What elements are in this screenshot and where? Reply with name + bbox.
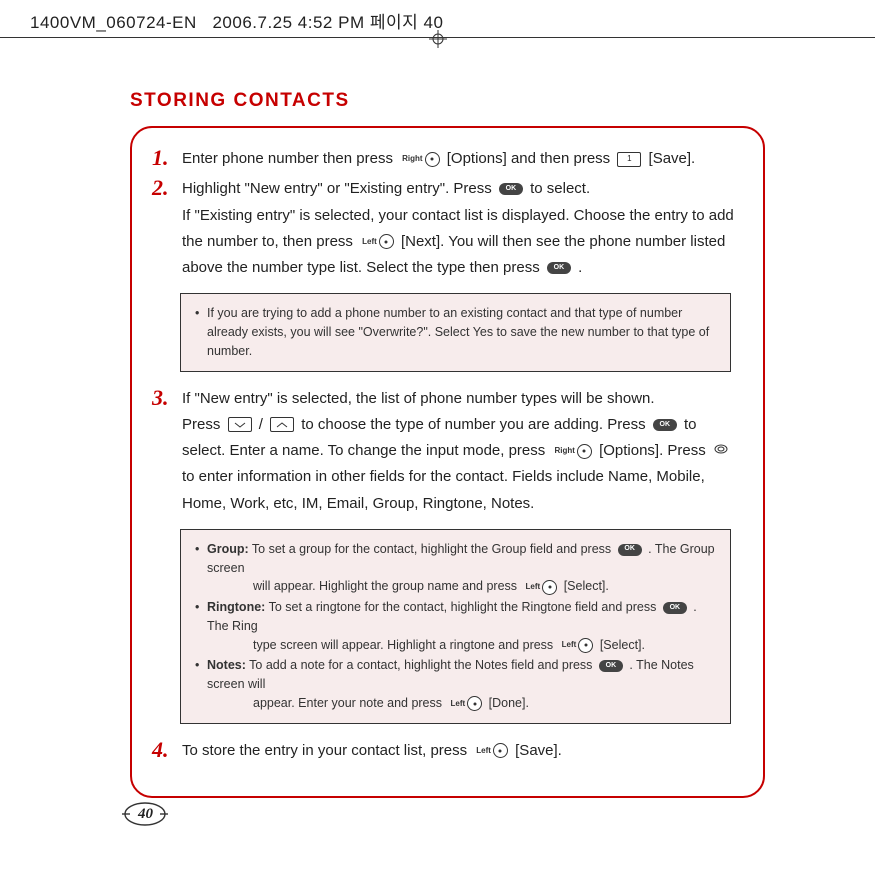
- nav-down-key-icon: [270, 417, 294, 432]
- right-softkey-icon: Right: [400, 152, 439, 167]
- step-number: 3.: [152, 386, 182, 410]
- step-2: 2. Highlight "New entry" or "Existing en…: [152, 176, 743, 281]
- step-3: 3. If "New entry" is selected, the list …: [152, 386, 743, 517]
- scroll-key-icon: [713, 438, 729, 464]
- file-timestamp: 2006.7.25 4:52 PM: [212, 13, 364, 32]
- step-number: 4.: [152, 738, 182, 762]
- ok-key-icon: OK: [499, 183, 523, 195]
- ok-key-icon: OK: [618, 544, 642, 556]
- crop-mark-label: 1400VM_060724-EN 2006.7.25 4:52 PM 페이지 4…: [30, 8, 443, 33]
- nav-up-key-icon: [228, 417, 252, 432]
- left-softkey-icon: Left: [474, 743, 508, 758]
- note-box-overwrite: •If you are trying to add a phone number…: [180, 293, 731, 371]
- registration-mark-icon: [429, 30, 447, 48]
- step-4: 4. To store the entry in your contact li…: [152, 738, 743, 764]
- section-title: STORING CONTACTS: [130, 90, 765, 112]
- step-number: 2.: [152, 176, 182, 200]
- ok-key-icon: OK: [653, 419, 677, 431]
- page-number: 40: [138, 806, 153, 823]
- ok-key-icon: OK: [599, 660, 623, 672]
- left-softkey-icon: Left: [449, 696, 483, 711]
- left-softkey-icon: Left: [360, 234, 394, 249]
- left-softkey-icon: Left: [524, 580, 558, 595]
- content-panel: 1. Enter phone number then press Right […: [130, 126, 765, 798]
- right-softkey-icon: Right: [552, 444, 591, 459]
- left-softkey-icon: Left: [560, 638, 594, 653]
- page-word-ko: 페이지: [370, 13, 418, 32]
- ok-key-icon: OK: [547, 262, 571, 274]
- note-box-fields: • Group: To set a group for the contact,…: [180, 529, 731, 724]
- step-number: 1.: [152, 146, 182, 170]
- ok-key-icon: OK: [663, 602, 687, 614]
- file-code: 1400VM_060724-EN: [30, 13, 197, 32]
- step-1: 1. Enter phone number then press Right […: [152, 146, 743, 172]
- one-key-icon: 1: [617, 152, 641, 167]
